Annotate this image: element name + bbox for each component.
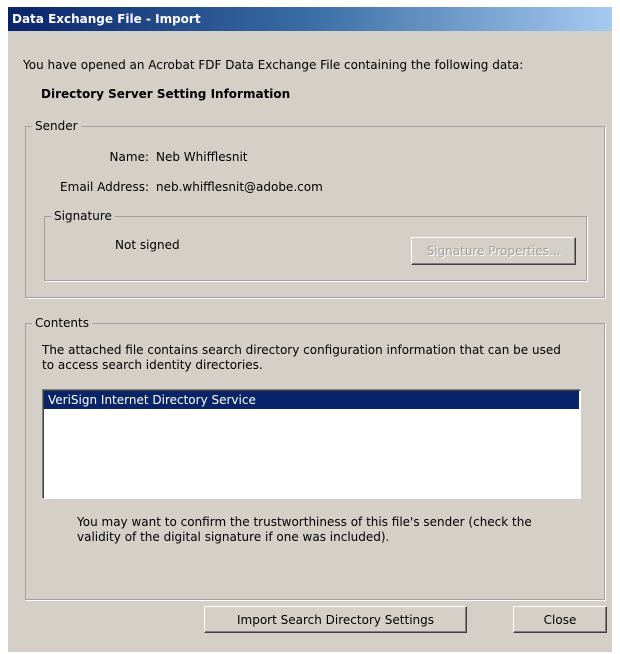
directory-list[interactable]: VeriSign Internet Directory Service bbox=[42, 389, 581, 499]
contents-group: Contents The attached file contains sear… bbox=[25, 316, 605, 600]
name-value: Neb Whifflesnit bbox=[156, 150, 248, 164]
sender-legend: Sender bbox=[32, 119, 81, 134]
name-label: Name: bbox=[109, 150, 149, 164]
window-title: Data Exchange File - Import bbox=[12, 12, 201, 26]
email-value: neb.whifflesnit@adobe.com bbox=[156, 180, 323, 194]
signature-status: Not signed bbox=[115, 238, 180, 252]
sender-group: Sender Name: Neb Whifflesnit Email Addre… bbox=[25, 119, 605, 298]
list-item-selected[interactable]: VeriSign Internet Directory Service bbox=[44, 391, 579, 409]
contents-description: The attached file contains search direct… bbox=[42, 343, 561, 357]
contents-description-line2: to access search identity directories. bbox=[42, 358, 263, 372]
contents-legend: Contents bbox=[32, 316, 92, 331]
import-dialog: Data Exchange File - Import You have ope… bbox=[8, 7, 612, 652]
close-button[interactable]: Close bbox=[513, 606, 607, 633]
intro-text: You have opened an Acrobat FDF Data Exch… bbox=[23, 58, 524, 72]
email-label: Email Address: bbox=[60, 180, 149, 194]
signature-group: Signature Not signed Signature Propertie… bbox=[44, 209, 587, 281]
data-title: Directory Server Setting Information bbox=[41, 87, 291, 101]
trust-note-line2: validity of the digital signature if one… bbox=[77, 530, 390, 544]
import-settings-button[interactable]: Import Search Directory Settings bbox=[204, 606, 467, 633]
trust-note: You may want to confirm the trustworthin… bbox=[77, 515, 532, 529]
title-bar[interactable]: Data Exchange File - Import bbox=[8, 7, 612, 31]
signature-legend: Signature bbox=[51, 209, 115, 224]
signature-properties-button[interactable]: Signature Properties... bbox=[411, 237, 576, 265]
